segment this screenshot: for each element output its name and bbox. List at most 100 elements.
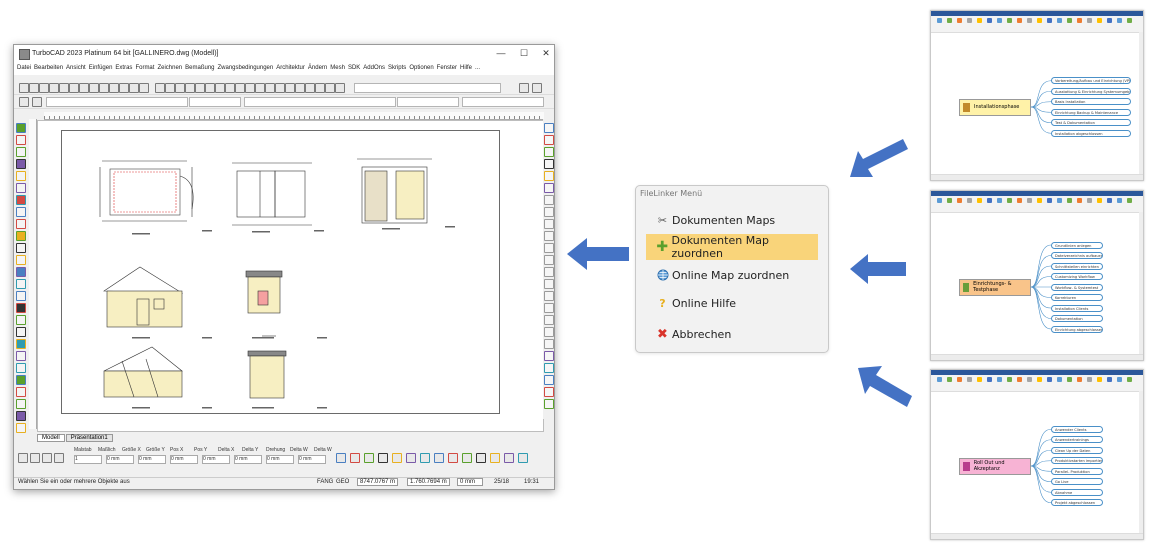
toolbar-button-icon[interactable] xyxy=(59,83,69,93)
mindmap-central-topic[interactable]: Roll Out und Akzeptanz xyxy=(959,457,1031,475)
cad-menu-item[interactable]: Mesh xyxy=(330,65,345,71)
property-dropdown[interactable] xyxy=(397,97,459,107)
cad-menu-item[interactable]: Bemaßung xyxy=(185,65,214,71)
modify-tool-icon[interactable] xyxy=(544,291,554,301)
mindmap-subtopic[interactable]: Workflow- & Systemtest xyxy=(1051,283,1103,291)
toolbar-button-icon[interactable] xyxy=(29,83,39,93)
geo-indicator[interactable]: GEO xyxy=(336,479,349,485)
modify-tool-icon[interactable] xyxy=(544,351,554,361)
toolbar-button-icon[interactable] xyxy=(49,83,59,93)
inspector-tool-icon[interactable] xyxy=(42,453,52,463)
modify-tool-icon[interactable] xyxy=(544,207,554,217)
toolbar-button-icon[interactable] xyxy=(305,83,315,93)
modify-tool-icon[interactable] xyxy=(544,183,554,193)
cad-menu-item[interactable]: Zwangsbedingungen xyxy=(218,65,274,71)
toolbar-button-icon[interactable] xyxy=(285,83,295,93)
drawing-tool-icon[interactable] xyxy=(16,147,26,157)
modify-tool-icon[interactable] xyxy=(544,135,554,145)
toolbar-button-icon[interactable] xyxy=(245,83,255,93)
toolbar-button-icon[interactable] xyxy=(325,83,335,93)
mindmap-subtopic[interactable]: Clean Up der Daten xyxy=(1051,446,1103,454)
mindmap-central-topic[interactable]: Installationsphase xyxy=(959,98,1031,116)
menu-item-dokumenten-maps[interactable]: ✂ Dokumenten Maps xyxy=(646,207,818,233)
mindmap-subtopic[interactable]: Test & Dokumentation xyxy=(1051,119,1131,127)
modify-tool-icon[interactable] xyxy=(544,147,554,157)
mindmap-subtopic[interactable]: Dateiverzeichnis aufbauen xyxy=(1051,252,1103,259)
toolbar-button-icon[interactable] xyxy=(119,83,129,93)
mindmap-subtopic[interactable]: Anwendertrainings xyxy=(1051,436,1103,444)
drawing-canvas[interactable] xyxy=(37,120,544,432)
snap-mode-icon[interactable] xyxy=(490,453,500,463)
snap-indicator[interactable]: FANG xyxy=(317,479,333,485)
toolbar-button-icon[interactable] xyxy=(165,83,175,93)
cad-menu-item[interactable]: Hilfe xyxy=(460,65,472,71)
modify-tool-icon[interactable] xyxy=(544,231,554,241)
drawing-tool-icon[interactable] xyxy=(16,387,26,397)
snap-mode-icon[interactable] xyxy=(434,453,444,463)
mindmap-subtopic[interactable]: Anwender Clients xyxy=(1051,425,1103,433)
mindmap-subtopic[interactable]: Projekt abgeschlossen xyxy=(1051,499,1103,507)
tab-praesentation[interactable]: Präsentation1 xyxy=(65,434,113,442)
coord-x-field[interactable]: 8747.0767 m xyxy=(357,478,399,486)
mindmap-subtopic[interactable]: Vorbereitung/Aufbau und Einrichtung (VPN… xyxy=(1051,77,1131,85)
snap-mode-icon[interactable] xyxy=(392,453,402,463)
modify-tool-icon[interactable] xyxy=(544,255,554,265)
snap-mode-icon[interactable] xyxy=(406,453,416,463)
drawing-tool-icon[interactable] xyxy=(16,135,26,145)
toolbar-button-icon[interactable] xyxy=(129,83,139,93)
toolbar-button-icon[interactable] xyxy=(532,83,542,93)
mindmap-subtopic[interactable]: Korrekturen xyxy=(1051,294,1103,301)
modify-tool-icon[interactable] xyxy=(544,387,554,397)
toolbar-button-icon[interactable] xyxy=(89,83,99,93)
drawing-tool-icon[interactable] xyxy=(16,339,26,349)
toolbar-button-icon[interactable] xyxy=(215,83,225,93)
modify-tool-icon[interactable] xyxy=(544,339,554,349)
snap-mode-icon[interactable] xyxy=(518,453,528,463)
cad-menu-item[interactable]: Extras xyxy=(115,65,132,71)
toolbar-button-icon[interactable] xyxy=(255,83,265,93)
drawing-tool-icon[interactable] xyxy=(16,363,26,373)
inspector-field[interactable]: 0 mm xyxy=(202,455,230,464)
modify-tool-icon[interactable] xyxy=(544,219,554,229)
inspector-field[interactable]: 0 mm xyxy=(138,455,166,464)
cad-menu-item[interactable]: ... xyxy=(475,65,480,71)
toolbar-button-icon[interactable] xyxy=(295,83,305,93)
modify-tool-icon[interactable] xyxy=(544,123,554,133)
toolbar-button-icon[interactable] xyxy=(109,83,119,93)
snap-mode-icon[interactable] xyxy=(364,453,374,463)
toolbar-button-icon[interactable] xyxy=(275,83,285,93)
menu-item-online-hilfe[interactable]: ? Online Hilfe xyxy=(646,290,818,316)
drawing-tool-icon[interactable] xyxy=(16,351,26,361)
menu-item-online-map-zuordnen[interactable]: Online Map zuordnen xyxy=(646,262,818,288)
property-dropdown[interactable] xyxy=(462,97,544,107)
cad-menu-item[interactable]: Skripts xyxy=(388,65,406,71)
cad-menu-item[interactable]: AddOns xyxy=(363,65,385,71)
toolbar-button-icon[interactable] xyxy=(69,83,79,93)
drawing-tool-icon[interactable] xyxy=(16,219,26,229)
mindmap-subtopic[interactable]: Schnittstellen einrichten xyxy=(1051,262,1103,270)
mindmap-subtopic[interactable]: Parallel- Produktion xyxy=(1051,467,1103,475)
modify-tool-icon[interactable] xyxy=(544,375,554,385)
snap-mode-icon[interactable] xyxy=(350,453,360,463)
minimize-button[interactable]: — xyxy=(494,48,508,58)
mindmap-subtopic[interactable]: Installation Clients xyxy=(1051,304,1103,312)
drawing-tool-icon[interactable] xyxy=(16,123,26,133)
menu-item-dokumenten-map-zuordnen[interactable]: ✚ Dokumenten Map zuordnen xyxy=(646,234,818,260)
drawing-tool-icon[interactable] xyxy=(16,291,26,301)
snap-mode-icon[interactable] xyxy=(448,453,458,463)
toolbar-button-icon[interactable] xyxy=(265,83,275,93)
modify-tool-icon[interactable] xyxy=(544,279,554,289)
toolbar-button-icon[interactable] xyxy=(315,83,325,93)
drawing-tool-icon[interactable] xyxy=(16,207,26,217)
drawing-tool-icon[interactable] xyxy=(16,279,26,289)
modify-tool-icon[interactable] xyxy=(544,327,554,337)
drawing-tool-icon[interactable] xyxy=(16,399,26,409)
maximize-button[interactable]: ☐ xyxy=(517,48,531,59)
modify-tool-icon[interactable] xyxy=(544,159,554,169)
toolbar-button-icon[interactable] xyxy=(32,97,42,107)
drawing-tool-icon[interactable] xyxy=(16,303,26,313)
mindmap-subtopic[interactable]: Dokumentation xyxy=(1051,315,1103,322)
snap-mode-icon[interactable] xyxy=(420,453,430,463)
toolbar-button-icon[interactable] xyxy=(19,97,29,107)
mindmap-subtopic[interactable]: Einrichtung abgeschlossen xyxy=(1051,325,1103,333)
